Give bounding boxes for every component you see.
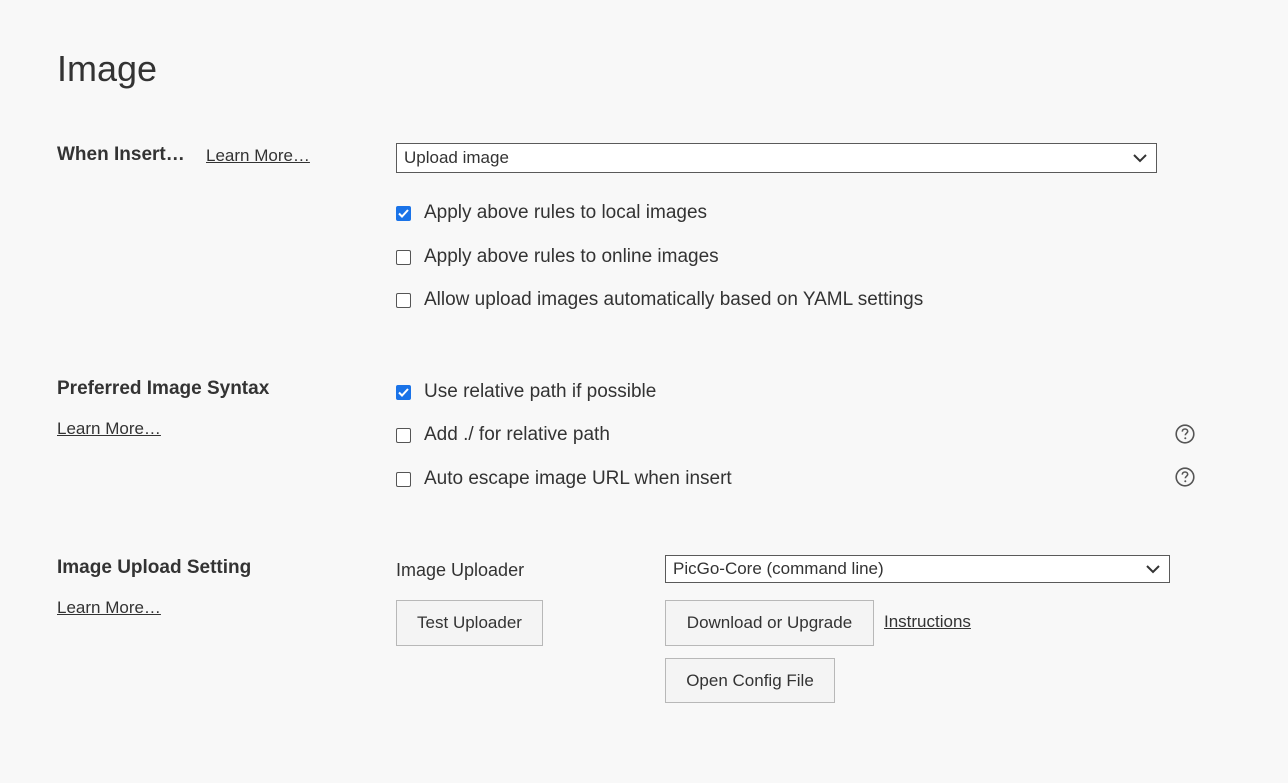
add-dot-slash-label: Add ./ for relative path <box>424 424 610 445</box>
chevron-down-icon <box>1141 556 1165 582</box>
checkbox-checked-icon[interactable] <box>396 384 411 400</box>
checkbox-unchecked-icon[interactable] <box>396 249 411 265</box>
checkbox-unchecked-icon[interactable] <box>396 427 411 443</box>
apply-online-images-label: Apply above rules to online images <box>424 246 719 267</box>
when-insert-label: When Insert… <box>57 144 185 165</box>
preferred-syntax-label: Preferred Image Syntax <box>57 378 270 399</box>
download-upgrade-button[interactable]: Download or Upgrade <box>665 600 874 646</box>
apply-local-images-checkbox[interactable]: Apply above rules to local images <box>396 201 707 225</box>
checkbox-unchecked-icon[interactable] <box>396 471 411 487</box>
checkbox-checked-icon[interactable] <box>396 205 411 221</box>
help-circle-icon[interactable] <box>1175 467 1195 487</box>
auto-upload-yaml-label: Allow upload images automatically based … <box>424 289 924 310</box>
open-config-file-button[interactable]: Open Config File <box>665 658 835 703</box>
apply-online-images-checkbox[interactable]: Apply above rules to online images <box>396 245 719 269</box>
auto-upload-yaml-checkbox[interactable]: Allow upload images automatically based … <box>396 288 923 312</box>
use-relative-path-label: Use relative path if possible <box>424 381 657 402</box>
apply-local-images-label: Apply above rules to local images <box>424 202 708 223</box>
use-relative-path-checkbox[interactable]: Use relative path if possible <box>396 380 656 404</box>
when-insert-learn-more-link[interactable]: Learn More… <box>206 145 310 167</box>
image-uploader-select[interactable]: PicGo-Core (command line) <box>665 555 1170 583</box>
auto-escape-url-label: Auto escape image URL when insert <box>424 468 732 489</box>
page-title: Image <box>57 48 158 89</box>
preferred-syntax-learn-more-link[interactable]: Learn More… <box>57 418 161 440</box>
image-uploader-label: Image Uploader <box>396 560 525 580</box>
upload-setting-learn-more-link[interactable]: Learn More… <box>57 597 161 619</box>
when-insert-select-value: Upload image <box>404 148 509 167</box>
add-dot-slash-checkbox[interactable]: Add ./ for relative path <box>396 423 610 447</box>
checkbox-unchecked-icon[interactable] <box>396 292 411 308</box>
help-circle-icon[interactable] <box>1175 424 1195 444</box>
image-uploader-select-value: PicGo-Core (command line) <box>673 559 884 578</box>
instructions-link[interactable]: Instructions <box>884 611 971 633</box>
upload-setting-label: Image Upload Setting <box>57 557 252 578</box>
test-uploader-button[interactable]: Test Uploader <box>396 600 543 646</box>
chevron-down-icon <box>1128 145 1152 171</box>
when-insert-select[interactable]: Upload image <box>396 143 1157 173</box>
auto-escape-url-checkbox[interactable]: Auto escape image URL when insert <box>396 467 732 491</box>
